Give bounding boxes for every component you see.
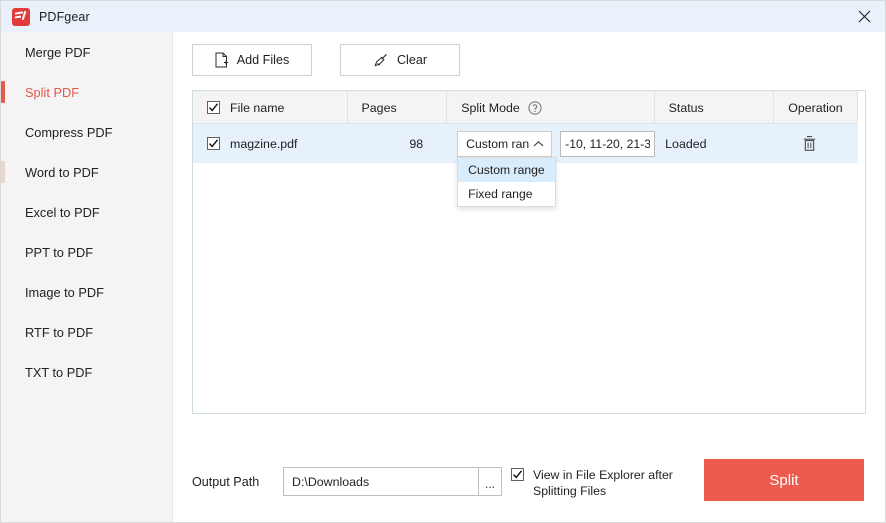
sidebar-item-label: Word to PDF: [25, 165, 99, 180]
main-content: Add Files Clear: [173, 32, 886, 523]
chevron-up-icon: [533, 137, 544, 151]
trash-icon[interactable]: [802, 135, 817, 152]
cell-split-mode: Custom ran Custom range Fixed range: [443, 124, 651, 163]
clear-button[interactable]: Clear: [340, 44, 460, 76]
header-split-mode: Split Mode: [447, 91, 654, 124]
file-name-text: magzine.pdf: [230, 137, 298, 151]
select-all-checkbox[interactable]: [207, 101, 220, 114]
split-button[interactable]: Split: [704, 459, 864, 501]
active-marker: [1, 321, 5, 343]
active-marker: [1, 81, 5, 103]
sidebar-item-compress-pdf[interactable]: Compress PDF: [1, 112, 172, 152]
row-checkbox[interactable]: [207, 137, 220, 150]
sidebar-item-label: Compress PDF: [25, 125, 112, 140]
sidebar-item-ppt-to-pdf[interactable]: PPT to PDF: [1, 232, 172, 272]
active-marker: [1, 241, 5, 263]
sidebar-item-label: RTF to PDF: [25, 325, 93, 340]
view-after-split-option[interactable]: View in File Explorer after Splitting Fi…: [511, 467, 693, 499]
page-range-input[interactable]: [560, 131, 655, 157]
sidebar-item-txt-to-pdf[interactable]: TXT to PDF: [1, 352, 172, 392]
cell-operation: [769, 124, 851, 163]
cell-file-name: magzine.pdf: [193, 124, 345, 163]
header-status-label: Status: [669, 101, 704, 115]
add-files-label: Add Files: [237, 53, 290, 67]
table-row[interactable]: magzine.pdf 98 Custom ran: [193, 124, 865, 163]
sidebar-item-label: PPT to PDF: [25, 245, 93, 260]
add-files-button[interactable]: Add Files: [192, 44, 312, 76]
file-table: File name Pages Split Mode: [192, 90, 866, 414]
sidebar-item-label: TXT to PDF: [25, 365, 92, 380]
cell-status: Loaded: [651, 124, 769, 163]
footer-bar: Output Path ... View in File Explorer af…: [173, 432, 886, 523]
pages-text: 98: [409, 137, 423, 151]
app-title: PDFgear: [39, 10, 90, 24]
pdfgear-logo-icon: [12, 8, 30, 26]
active-marker: [1, 161, 5, 183]
header-operation-label: Operation: [788, 101, 842, 115]
header-status: Status: [655, 91, 775, 124]
sidebar-item-split-pdf[interactable]: Split PDF: [1, 72, 172, 112]
header-operation: Operation: [774, 91, 858, 124]
browse-folder-button[interactable]: ...: [478, 467, 502, 496]
header-file-name: File name: [193, 91, 348, 124]
active-marker: [1, 201, 5, 223]
view-after-split-checkbox[interactable]: [511, 468, 524, 481]
cell-pages: 98: [345, 124, 443, 163]
split-mode-select[interactable]: Custom ran Custom range Fixed range: [457, 131, 552, 157]
active-marker: [1, 361, 5, 383]
active-marker: [1, 281, 5, 303]
sidebar-item-rtf-to-pdf[interactable]: RTF to PDF: [1, 312, 172, 352]
split-mode-controls: Custom ran Custom range Fixed range: [457, 131, 655, 157]
sidebar-item-word-to-pdf[interactable]: Word to PDF: [1, 152, 172, 192]
split-mode-selected-value: Custom ran: [466, 137, 529, 151]
pdfgear-window: PDFgear Merge PDF Split PDF Compress PDF…: [0, 0, 886, 523]
sidebar-item-label: Merge PDF: [25, 45, 90, 60]
sidebar-item-label: Split PDF: [25, 85, 79, 100]
broom-icon: [373, 52, 389, 68]
clear-label: Clear: [397, 53, 427, 67]
active-marker: [1, 121, 5, 143]
sidebar-item-image-to-pdf[interactable]: Image to PDF: [1, 272, 172, 312]
file-plus-icon: [215, 52, 229, 68]
header-file-name-label: File name: [230, 101, 284, 115]
help-circle-icon[interactable]: [528, 101, 542, 115]
output-path-input[interactable]: [283, 467, 483, 496]
view-after-split-label: View in File Explorer after Splitting Fi…: [533, 467, 693, 499]
sidebar-item-merge-pdf[interactable]: Merge PDF: [1, 32, 172, 72]
sidebar-item-excel-to-pdf[interactable]: Excel to PDF: [1, 192, 172, 232]
output-path-label: Output Path: [192, 475, 259, 489]
status-text: Loaded: [665, 137, 706, 151]
table-scrollbar[interactable]: [858, 91, 865, 413]
sidebar: Merge PDF Split PDF Compress PDF Word to…: [1, 32, 173, 523]
table-header-row: File name Pages Split Mode: [193, 91, 865, 124]
toolbar: Add Files Clear: [192, 44, 460, 76]
title-bar: PDFgear: [1, 1, 886, 32]
header-pages-label: Pages: [362, 101, 397, 115]
close-icon[interactable]: [841, 1, 886, 32]
header-pages: Pages: [348, 91, 448, 124]
sidebar-item-label: Image to PDF: [25, 285, 104, 300]
active-marker: [1, 41, 5, 63]
header-split-mode-label: Split Mode: [461, 101, 520, 115]
sidebar-item-label: Excel to PDF: [25, 205, 100, 220]
